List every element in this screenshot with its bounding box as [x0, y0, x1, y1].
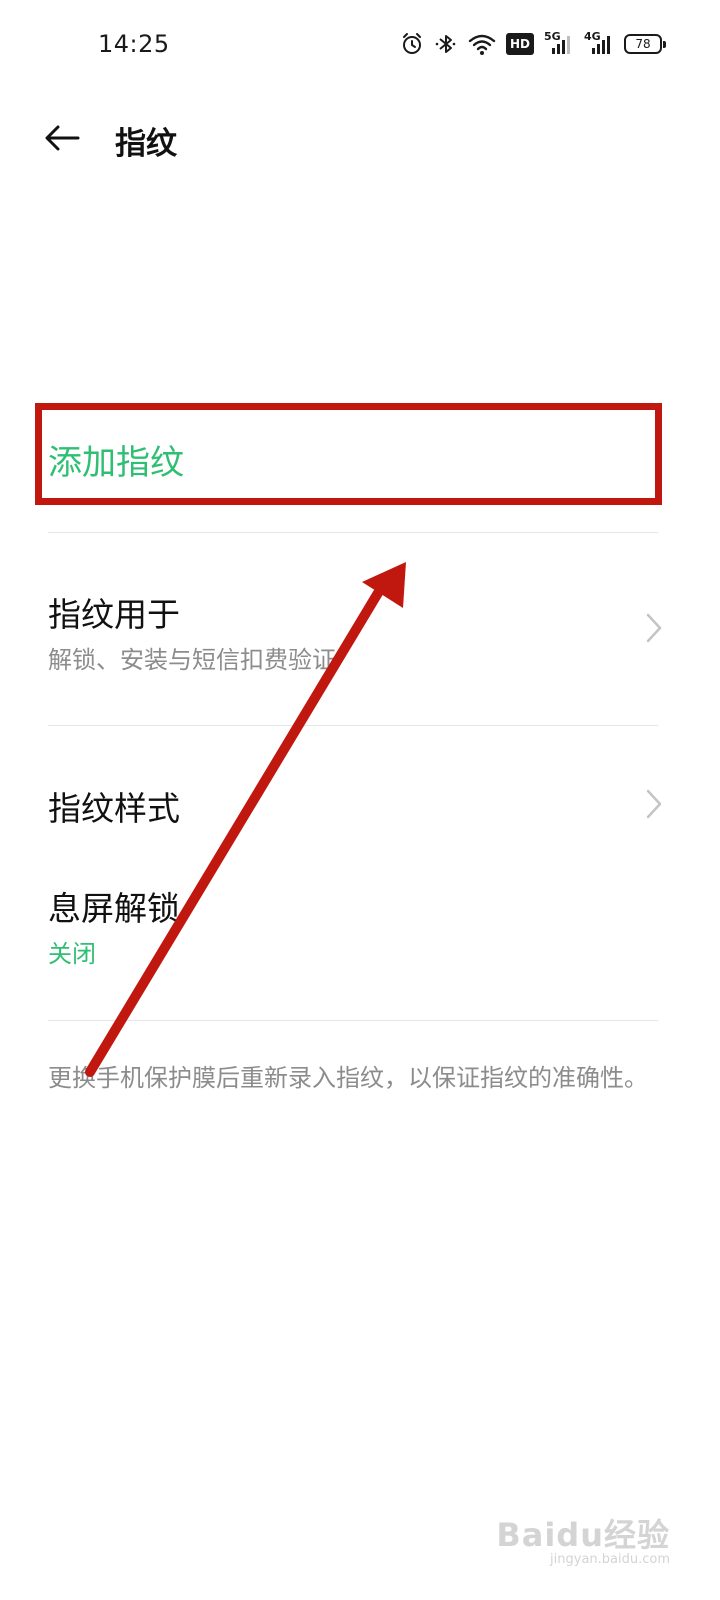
fingerprint-style-title: 指纹样式	[48, 789, 180, 828]
divider	[48, 1020, 658, 1021]
add-fingerprint-row[interactable]: 添加指纹	[0, 405, 720, 505]
divider	[48, 725, 658, 726]
status-time: 14:25	[98, 30, 170, 58]
chevron-right-icon	[642, 788, 666, 820]
fingerprint-usage-subtitle: 解锁、安装与短信扣费验证	[48, 646, 336, 674]
signal-5g-icon: 5G	[544, 30, 574, 56]
bluetooth-icon	[434, 32, 458, 56]
fingerprint-usage-title: 指纹用于	[48, 595, 180, 634]
watermark-url: jingyan.baidu.com	[550, 1552, 670, 1567]
screen-off-unlock-title: 息屏解锁	[48, 889, 180, 928]
footnote: 更换手机保护膜后重新录入指纹，以保证指纹的准确性。	[48, 1064, 648, 1092]
watermark: Baidu经验 jingyan.baidu.com	[496, 1518, 670, 1568]
battery-level: 78	[635, 37, 651, 51]
page-title: 指纹	[115, 126, 177, 162]
screen-off-unlock-status: 关闭	[48, 940, 96, 968]
hd-icon: HD	[506, 33, 534, 55]
status-bar: 14:25 HD 5G 4G 78	[0, 0, 720, 90]
fingerprint-usage-row[interactable]: 指纹用于 解锁、安装与短信扣费验证	[0, 560, 720, 710]
battery-icon: 78	[624, 34, 666, 54]
status-icons: HD 5G 4G 78	[400, 29, 666, 59]
screen-off-unlock-row[interactable]: 息屏解锁 关闭	[0, 860, 720, 990]
arrow-left-icon	[44, 124, 80, 156]
back-button[interactable]	[38, 116, 86, 164]
signal-4g-icon: 4G	[584, 30, 614, 56]
chevron-right-icon	[642, 612, 666, 644]
screen: 14:25 HD 5G 4G 78 指纹 添加指纹 指纹用于 解锁、安装与短信扣…	[0, 0, 720, 1600]
divider	[48, 532, 658, 533]
wifi-icon	[468, 32, 496, 56]
watermark-brand: Baidu经验	[496, 1516, 670, 1554]
add-fingerprint-label: 添加指纹	[48, 443, 184, 483]
fingerprint-style-row[interactable]: 指纹样式	[0, 760, 720, 850]
alarm-icon	[400, 32, 424, 56]
hd-label: HD	[509, 37, 530, 51]
